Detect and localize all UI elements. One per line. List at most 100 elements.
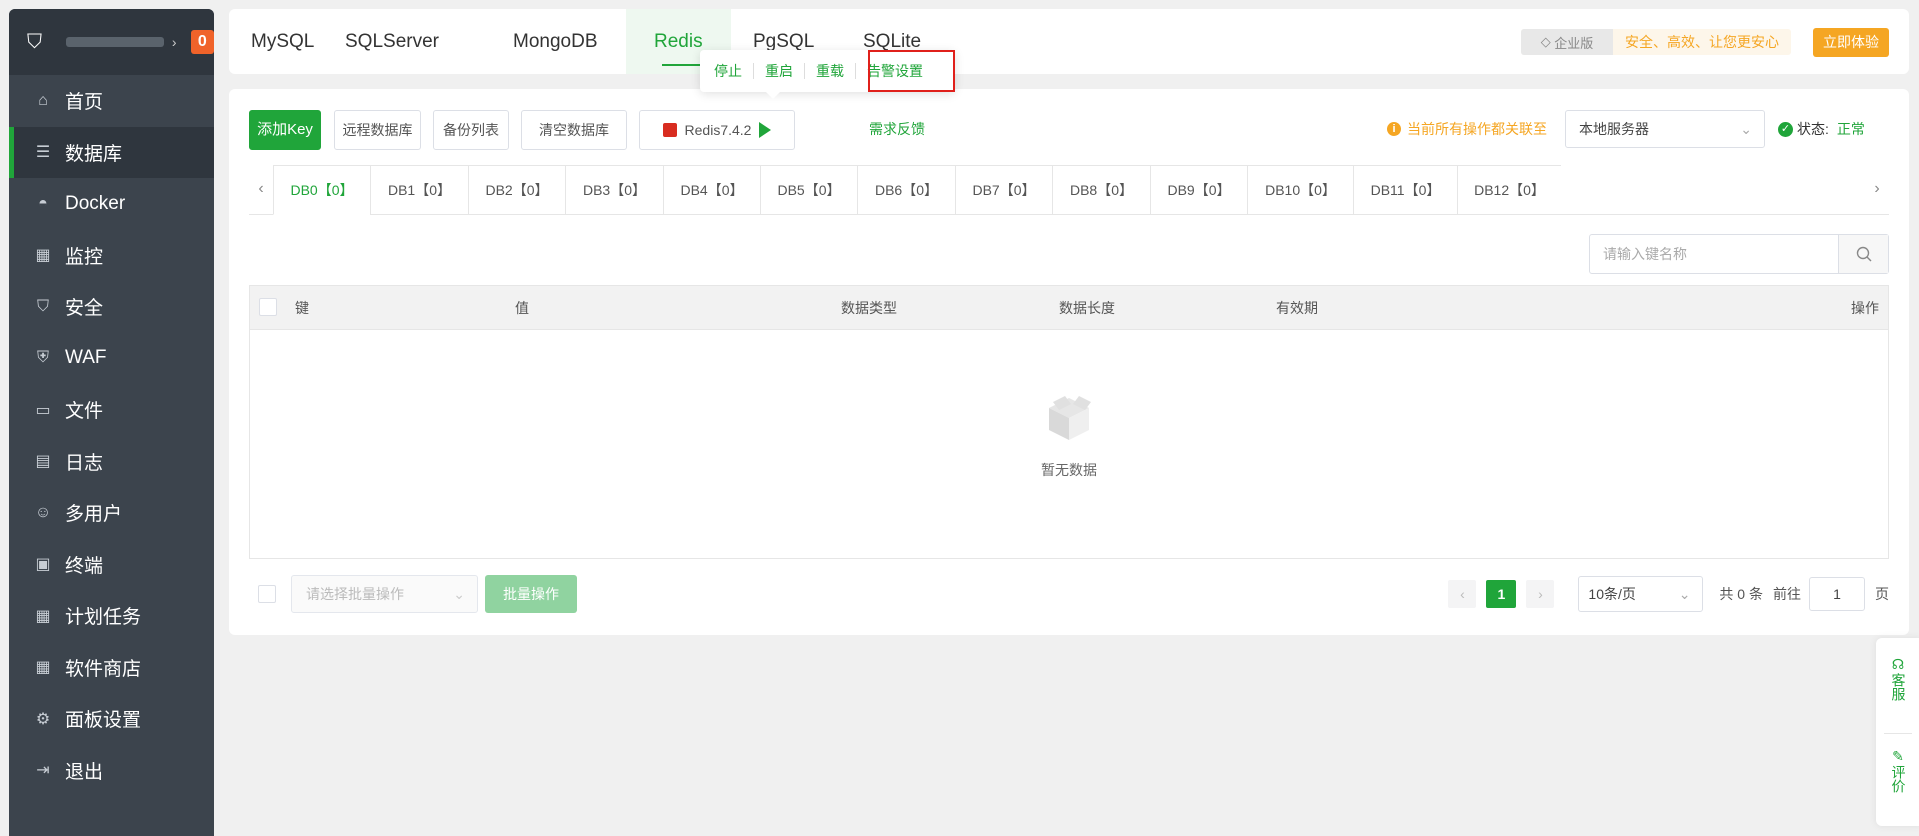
logo-icon: ⛉ <box>27 31 42 53</box>
sidebar-item-0[interactable]: ⌂ 首页 <box>9 75 214 127</box>
reload-button[interactable]: 重载 <box>816 63 856 79</box>
redis-version-button[interactable]: Redis7.4.2 <box>639 110 795 150</box>
stop-button[interactable]: 停止 <box>714 63 754 79</box>
db-tab-12[interactable]: DB12【0】 <box>1457 165 1561 215</box>
sidebar-item-8[interactable]: ☺ 多用户 <box>9 487 214 539</box>
sidebar-item-label: 监控 <box>65 246 104 268</box>
check-circle-icon: ✓ <box>1778 121 1793 137</box>
batch-select-placeholder: 请选择批量操作 <box>306 586 404 602</box>
feedback-link[interactable]: 需求反馈 <box>869 119 925 139</box>
remote-db-button[interactable]: 远程数据库 <box>334 110 421 150</box>
sidebar-item-9[interactable]: ▣ 终端 <box>9 539 214 591</box>
review-button[interactable]: ✎ 评价 <box>1876 748 1919 793</box>
db-tab-1[interactable]: DB1【0】 <box>370 165 468 215</box>
promo-text: 安全、高效、让您更安心 <box>1625 34 1779 50</box>
sidebar-item-label: WAF <box>65 347 107 369</box>
clear-db-button[interactable]: 清空数据库 <box>521 110 627 150</box>
db-tab-7[interactable]: DB7【0】 <box>955 165 1052 215</box>
tab-mysql[interactable]: MySQL <box>251 9 314 74</box>
search-input[interactable] <box>1590 235 1838 273</box>
sidebar-item-4[interactable]: ⛉ 安全 <box>9 281 214 333</box>
folder-icon: ▭ <box>35 401 51 419</box>
sidebar-item-1[interactable]: ☰ 数据库 <box>9 126 214 178</box>
sidebar-item-7[interactable]: ▤ 日志 <box>9 436 214 488</box>
redis-panel: 添加Key 远程数据库 备份列表 清空数据库 Redis7.4.2 需求反馈 i… <box>229 89 1909 635</box>
server-select[interactable]: 本地服务器 ⌄ <box>1565 110 1765 148</box>
batch-action-select[interactable]: 请选择批量操作 ⌄ <box>291 575 478 613</box>
play-icon <box>759 122 772 138</box>
chevron-right-icon[interactable]: › <box>172 34 177 50</box>
sidebar-item-label: Docker <box>65 192 126 214</box>
sidebar-item-label: 计划任务 <box>65 607 142 629</box>
redis-icon <box>662 123 677 137</box>
page-size-select[interactable]: 10条/页 ⌄ <box>1578 576 1704 612</box>
sidebar-item-13[interactable]: ⇥ 退出 <box>9 745 214 797</box>
chevron-down-icon: ⌄ <box>453 586 465 602</box>
search-icon <box>1856 246 1871 262</box>
db-tab-11[interactable]: DB11【0】 <box>1353 165 1457 215</box>
tab-sqlserver[interactable]: SQLServer <box>345 9 439 74</box>
db-tab-0[interactable]: DB0【0】 <box>273 165 370 215</box>
page-number[interactable]: 1 <box>1486 580 1517 608</box>
chevron-left-icon[interactable]: ‹ <box>249 165 273 215</box>
redis-service-popover: 停止 重启 重载 告警设置 <box>700 50 955 99</box>
db-tab-9[interactable]: DB9【0】 <box>1150 165 1247 215</box>
sidebar-item-label: 软件商店 <box>65 658 142 680</box>
alert-settings-button[interactable]: 告警设置 <box>867 63 934 79</box>
col-value: 值 <box>515 300 529 316</box>
db-type-tabbar: MySQL SQLServer MongoDB Redis PgSQL SQLi… <box>229 9 1909 74</box>
customer-service-label: 客服 <box>1890 673 1907 701</box>
db-tab-5[interactable]: DB5【0】 <box>760 165 857 215</box>
log-icon: ▤ <box>35 453 51 471</box>
next-page-button[interactable]: › <box>1526 580 1555 608</box>
sidebar-item-label: 首页 <box>65 92 104 114</box>
chevron-right-icon[interactable]: › <box>1865 165 1889 215</box>
db-tab-6[interactable]: DB6【0】 <box>857 165 955 215</box>
try-now-button[interactable]: 立即体验 <box>1813 28 1889 57</box>
db-index-tabs: ‹ DB0【0】 DB1【0】 DB2【0】 DB3【0】 DB4【0】 DB5【0】 DB… <box>249 165 1889 215</box>
sidebar-item-5[interactable]: ⛨ WAF <box>9 333 214 385</box>
monitor-icon: ▦ <box>35 247 51 265</box>
review-label: 评价 <box>1890 765 1907 793</box>
db-tab-10[interactable]: DB10【0】 <box>1247 165 1353 215</box>
search-button[interactable] <box>1838 235 1888 273</box>
notice-text: 当前所有操作都关联至 <box>1407 121 1547 137</box>
server-name-masked <box>66 37 164 47</box>
prev-page-button[interactable]: ‹ <box>1448 580 1477 608</box>
customer-service-button[interactable]: ☊ 客服 <box>1876 656 1919 701</box>
table-footer: 请选择批量操作 ⌄ 批量操作 ‹ 1 › 10条/页 ⌄ 共 0 条 前往 1 … <box>249 575 1889 615</box>
db-tab-2[interactable]: DB2【0】 <box>468 165 565 215</box>
db-tab-3[interactable]: DB3【0】 <box>565 165 663 215</box>
waf-icon: ⛨ <box>36 349 49 367</box>
diamond-icon: ◇ <box>1540 34 1555 49</box>
db-tab-8[interactable]: DB8【0】 <box>1052 165 1150 215</box>
sidebar-item-12[interactable]: ⚙ 面板设置 <box>9 693 214 745</box>
select-all-checkbox[interactable] <box>259 298 277 319</box>
server-notice: i 当前所有操作都关联至 <box>1387 119 1547 139</box>
backup-list-button[interactable]: 备份列表 <box>433 110 509 150</box>
docker-icon: ◓ <box>38 194 48 212</box>
sidebar-item-label: 安全 <box>65 298 104 320</box>
info-icon: i <box>1387 122 1401 136</box>
sidebar-item-2[interactable]: ◓ Docker <box>9 178 214 230</box>
redis-version-label: Redis7.4.2 <box>684 122 752 138</box>
restart-button[interactable]: 重启 <box>765 63 805 79</box>
footer-checkbox[interactable] <box>258 585 276 608</box>
sidebar-item-11[interactable]: ▦ 软件商店 <box>9 642 214 694</box>
enterprise-promo[interactable]: ◇ 企业版 安全、高效、让您更安心 <box>1521 29 1791 55</box>
empty-state: 暂无数据 <box>250 386 1888 480</box>
sidebar-item-6[interactable]: ▭ 文件 <box>9 384 214 436</box>
page-size-value: 10条/页 <box>1588 586 1636 602</box>
tab-mongodb[interactable]: MongoDB <box>513 9 598 74</box>
db-tab-4[interactable]: DB4【0】 <box>663 165 760 215</box>
sidebar-item-10[interactable]: ▦ 计划任务 <box>9 590 214 642</box>
notification-badge[interactable]: 0 <box>190 30 214 54</box>
goto-label: 前往 <box>1773 586 1801 602</box>
sidebar-item-label: 多用户 <box>65 504 123 526</box>
col-key[interactable]: 键 <box>295 286 309 330</box>
add-key-button[interactable]: 添加Key <box>249 110 321 150</box>
batch-action-button[interactable]: 批量操作 <box>485 575 577 613</box>
goto-page-input[interactable]: 1 <box>1809 577 1865 611</box>
pagination: ‹ 1 › 10条/页 ⌄ 共 0 条 前往 1 页 <box>1448 575 1889 613</box>
sidebar-item-3[interactable]: ▦ 监控 <box>9 230 214 282</box>
